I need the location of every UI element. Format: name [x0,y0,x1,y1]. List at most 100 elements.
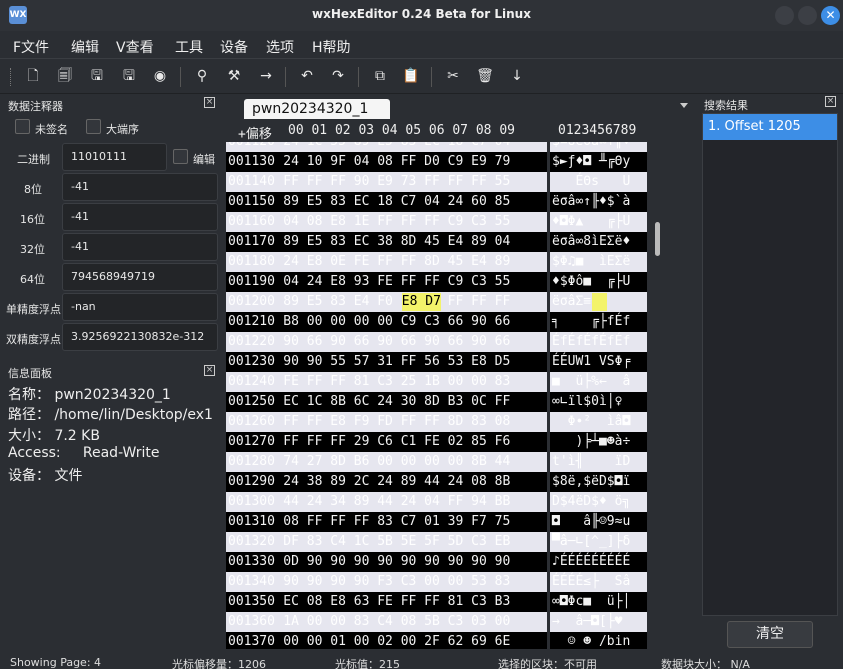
close-icon[interactable]: × [204,365,215,376]
ascii-row[interactable]: $Φ♫■ ìEΣë [550,252,647,272]
ascii-row[interactable]: ♦$Φô■ ╔├U [550,272,647,292]
ascii-row[interactable]: t'ì╢ ïD [550,452,647,472]
delete-icon[interactable]: 🗑 [476,67,494,85]
search-icon[interactable]: ⚲ [193,67,211,85]
bit8-field[interactable]: -41 [62,173,218,201]
hex-row[interactable]: 001150 89 E5 83 EC 18 C7 04 24 60 85 [226,192,547,212]
hex-row[interactable]: 001210 B8 00 00 00 00 C9 C3 66 90 66 [226,312,547,332]
binary-field[interactable]: 11010111 [62,143,167,171]
bit16-field[interactable]: -41 [62,203,218,231]
open-file-icon[interactable]: 🗐 [56,67,74,85]
ascii-row[interactable]: $8ë,$ëD$◘ï [550,472,647,492]
ascii-row[interactable]: ÉfÉfÉfÉfÉf [550,332,647,352]
bit64-field[interactable]: 794568949719 [62,263,218,291]
cut-icon[interactable]: ✂ [444,67,462,85]
ascii-row[interactable]: D$4ëD$♦ ö╗ [550,492,647,512]
hex-row[interactable]: 001220 90 66 90 66 90 66 90 66 90 66 [226,332,547,352]
save-as-icon[interactable]: 🖫 [120,67,138,85]
hex-row[interactable]: 001260 FF FF E8 F9 FD FF FF 8D 83 08 [226,412,547,432]
ascii-row[interactable]: ÉÉUW1 VSΦ╒ [550,352,647,372]
hex-row[interactable]: 001250 EC 1C 8B 6C 24 30 8D B3 0C FF [226,392,547,412]
hex-row[interactable]: 001130 24 10 9F 04 08 FF D0 C9 E9 79 [226,152,547,172]
hex-pane[interactable]: 00112024 1C 55 89 E5 83 EC 18 C7 0400113… [226,142,547,649]
hex-row[interactable]: 001180 24 E8 0E FE FF FF 8D 45 E4 89 [226,252,547,272]
hex-row[interactable]: 001270 FF FF FF 29 C6 C1 FE 02 85 F6 [226,432,547,452]
hex-row[interactable]: 001370 00 00 01 00 02 00 2F 62 69 6E [226,632,547,649]
scrollbar-thumb[interactable] [655,222,660,256]
clear-button[interactable]: 清空 [727,621,813,648]
hex-row[interactable]: 001120 24 1C 55 89 E5 83 EC 18 C7 04 [226,142,547,152]
hex-row[interactable]: 001340 90 90 90 90 F3 C3 00 00 53 83 [226,572,547,592]
hex-row[interactable]: 001170 89 E5 83 EC 38 8D 45 E4 89 04 [226,232,547,252]
ascii-row[interactable]: ëσâΣ≡Φ╫ [550,292,647,312]
hex-row[interactable]: 001310 08 FF FF FF 83 C7 01 39 F7 75 [226,512,547,532]
goto-arrow-icon[interactable]: → [257,67,275,85]
hex-row[interactable]: 001230 90 90 55 57 31 FF 56 53 E8 D5 [226,352,547,372]
menu-file[interactable]: F文件 [13,37,49,57]
maximize-button[interactable] [798,6,817,25]
ascii-row[interactable]: ▀â─∟[^_]├δ [550,532,647,552]
big-endian-checkbox[interactable] [86,119,101,134]
ascii-row[interactable]: ÉΘs U [550,172,647,192]
ascii-row[interactable]: ╕ ╔├fÉf [550,312,647,332]
hex-row[interactable]: 001300 44 24 34 89 44 24 04 FF 94 BB [226,492,547,512]
insert-down-icon[interactable]: ↓ [508,67,526,85]
hex-row[interactable]: 001330 0D 90 90 90 90 90 90 90 90 90 [226,552,547,572]
hex-row[interactable]: 001240 FE FF FF 81 C3 25 1B 00 00 83 [226,372,547,392]
selected-ascii[interactable] [591,293,608,311]
hex-row[interactable]: 001190 04 24 E8 93 FE FF FF C9 C3 55 [226,272,547,292]
menu-tools[interactable]: 工具 [175,37,203,57]
ascii-row[interactable]: ëσâ∞8ìEΣë♦ [550,232,647,252]
search-result-item[interactable]: 1. Offset 1205 [703,114,837,140]
minimize-button[interactable] [775,6,794,25]
ascii-row[interactable]: $∟Uëσâ∞↑╟♦ [550,142,647,152]
hex-row[interactable]: 001320 DF 83 C4 1C 5B 5E 5F 5D C3 EB [226,532,547,552]
new-file-icon[interactable]: 🗋 [24,67,42,85]
redo-icon[interactable]: ↷ [329,67,347,85]
menu-view[interactable]: V查看 [116,37,154,57]
hex-row[interactable]: 001290 24 38 89 2C 24 89 44 24 08 8B [226,472,547,492]
ascii-row[interactable]: ☺ ☻ /bin [550,632,647,649]
hex-row[interactable]: 001160 04 08 E8 1E FF FF FF C9 C3 55 [226,212,547,232]
ascii-row[interactable]: )╞┴■☻à÷ [550,432,647,452]
ascii-row[interactable]: ëσâ∞↑╟♦$`à [550,192,647,212]
hex-row[interactable]: 001280 74 27 8D B6 00 00 00 00 8B 44 [226,452,547,472]
double-field[interactable]: 3.9256922130832e-312 [62,323,218,351]
undo-icon[interactable]: ↶ [298,67,316,85]
float-field[interactable]: -nan [62,293,218,321]
copy-icon[interactable]: ⧉ [371,67,389,85]
save-icon[interactable]: 🖫 [88,67,106,85]
ascii-row[interactable]: ♦◘Φ▲ ╔├U [550,212,647,232]
paste-icon[interactable]: 📋 [402,67,420,85]
ascii-row[interactable]: ÉÉÉÉ≤├ Sâ [550,572,647,592]
ascii-row[interactable]: ∞∟ïl$0ì│♀ [550,392,647,412]
ascii-row[interactable]: $►ƒ♦◘ ╨╔Θy [550,152,647,172]
close-icon[interactable]: × [825,96,836,107]
hex-row[interactable]: 001350 EC 08 E8 63 FE FF FF 81 C3 B3 [226,592,547,612]
replace-icon[interactable]: ⚒ [225,67,243,85]
unsigned-checkbox[interactable] [15,119,30,134]
ascii-row[interactable]: ∞◘Φc■ ü├│ [550,592,647,612]
vertical-scrollbar[interactable] [651,142,665,649]
menu-options[interactable]: 选项 [266,37,294,57]
ascii-row[interactable]: Φ∙² ìâ◘ [550,412,647,432]
ascii-row[interactable]: ■ ü├%← â [550,372,647,392]
tab-file[interactable]: pwn20234320_1 [244,99,390,119]
close-button[interactable]: ✕ [821,6,840,25]
hex-row[interactable]: 001140 FF FF FF 90 E9 73 FF FF FF 55 [226,172,547,192]
ascii-row[interactable]: ♪ÉÉÉÉÉÉÉÉÉ [550,552,647,572]
edit-checkbox[interactable] [173,149,188,164]
menu-devices[interactable]: 设备 [220,37,248,57]
chevron-down-icon[interactable] [680,103,688,108]
ascii-row[interactable]: → â─◘[├♥ [550,612,647,632]
selected-bytes[interactable]: E8 D7 [401,293,441,311]
menu-edit[interactable]: 编辑 [71,37,99,57]
toolbar-grip[interactable] [10,68,13,86]
hex-row[interactable]: 001360 1A 00 00 83 C4 08 5B C3 03 00 [226,612,547,632]
hex-row[interactable]: 001200 89 E5 83 E4 F0 E8 D7 FF FF FF E8 D7 [226,292,547,312]
ascii-row[interactable]: ◘ â╟☺9≈u [550,512,647,532]
close-file-icon[interactable]: ◉ [151,67,169,85]
bit32-field[interactable]: -41 [62,233,218,261]
close-icon[interactable]: × [204,97,215,108]
ascii-pane[interactable]: $∟Uëσâ∞↑╟♦ $►ƒ♦◘ ╨╔Θy ÉΘs U ëσâ∞↑╟♦$`à ♦◘Φ▲… [550,142,647,649]
